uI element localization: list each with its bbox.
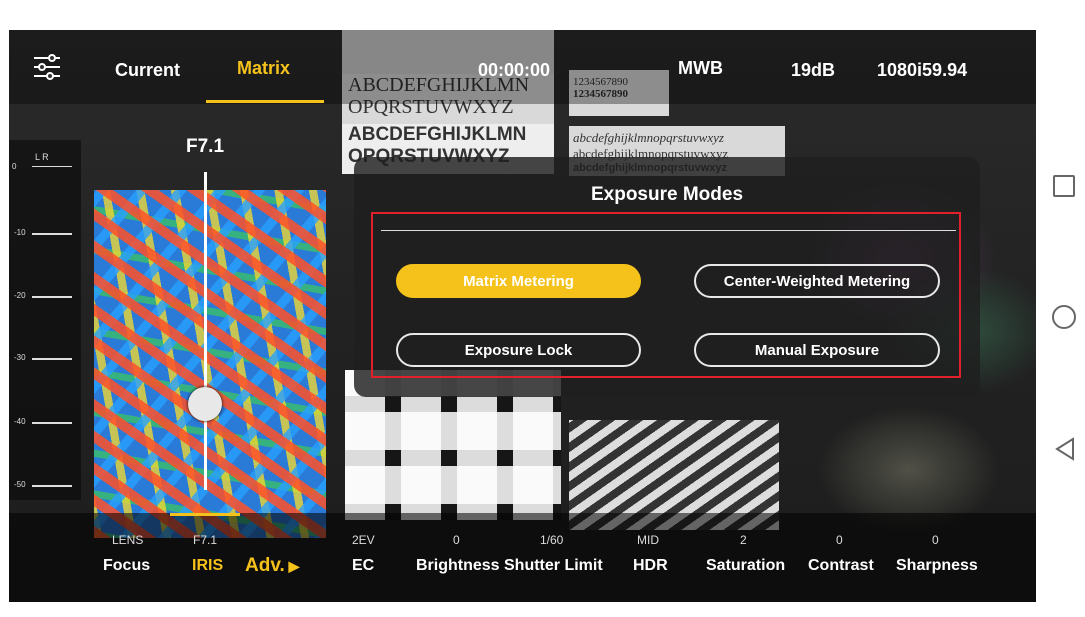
matrix-metering-button[interactable]: Matrix Metering <box>396 264 641 298</box>
home-icon[interactable] <box>1052 305 1076 329</box>
recents-icon[interactable] <box>1053 175 1075 197</box>
iris-value: F7.1 <box>186 136 225 157</box>
tab-matrix-underline <box>206 100 324 103</box>
format-label[interactable]: 1080i59.94 <box>877 60 967 81</box>
hdr-button[interactable]: HDR <box>633 557 668 575</box>
contrast-button[interactable]: Contrast <box>808 557 874 575</box>
contrast-value: 0 <box>836 533 843 547</box>
exposure-lock-button[interactable]: Exposure Lock <box>396 333 641 367</box>
sharpness-button[interactable]: Sharpness <box>896 557 978 575</box>
meter-zero: 0 <box>12 162 17 171</box>
meter-tick-label: -40 <box>14 417 26 426</box>
advanced-button[interactable]: Adv. ▶ <box>245 555 299 577</box>
gain-label[interactable]: 19dB <box>791 60 835 81</box>
iris-slider-track[interactable] <box>204 172 207 490</box>
back-icon[interactable] <box>1054 437 1076 461</box>
meter-tick-label: -10 <box>14 228 26 237</box>
iris-button[interactable]: IRIS <box>192 557 223 575</box>
card-text: abcdefghijklmnopqrstuvwxyz <box>573 130 724 145</box>
iris-bottom-value: F7.1 <box>193 533 218 547</box>
meter-tick-line <box>32 296 72 298</box>
shutter-limit-value: 1/60 <box>540 533 564 547</box>
meter-tick-line <box>32 485 72 487</box>
meter-tick-label: -20 <box>14 291 26 300</box>
brightness-button[interactable]: Brightness <box>416 557 500 575</box>
panel-title: Exposure Modes <box>590 184 744 205</box>
color-chart <box>94 190 326 538</box>
meter-header: L R <box>35 152 49 162</box>
meter-tick-label: -30 <box>14 353 26 362</box>
panel-divider <box>381 230 956 231</box>
sliders-icon[interactable] <box>32 52 62 82</box>
meter-tick-label: -50 <box>14 480 26 489</box>
sharpness-value: 0 <box>932 533 939 547</box>
focus-value: LENS <box>112 533 144 547</box>
meter-tick-line <box>32 422 72 424</box>
advanced-label: Adv. <box>245 555 285 576</box>
tab-matrix[interactable]: Matrix <box>237 58 290 79</box>
meter-tick-line <box>32 358 72 360</box>
ec-value: 2EV <box>352 533 375 547</box>
saturation-value: 2 <box>740 533 747 547</box>
card-text: ABCDEFGHIJKLMN <box>348 124 527 145</box>
mwb-button[interactable]: MWB <box>678 58 723 79</box>
brightness-value: 0 <box>453 533 460 547</box>
manual-exposure-button[interactable]: Manual Exposure <box>694 333 940 367</box>
play-arrow-icon: ▶ <box>284 558 300 574</box>
meter-tick-line <box>32 233 72 235</box>
ec-button[interactable]: EC <box>352 557 374 575</box>
shutter-limit-button[interactable]: Shutter Limit <box>504 557 603 575</box>
saturation-button[interactable]: Saturation <box>706 557 785 575</box>
center-weighted-metering-button[interactable]: Center-Weighted Metering <box>694 264 940 298</box>
meter-tick <box>32 166 72 167</box>
hdr-value: MID <box>637 533 659 547</box>
focus-button[interactable]: Focus <box>103 557 150 575</box>
timecode: 00:00:00 <box>478 60 551 80</box>
iris-slider-handle[interactable] <box>188 387 222 422</box>
audio-meter <box>9 140 81 500</box>
tab-current[interactable]: Current <box>115 60 180 81</box>
iris-active-indicator <box>170 513 240 516</box>
